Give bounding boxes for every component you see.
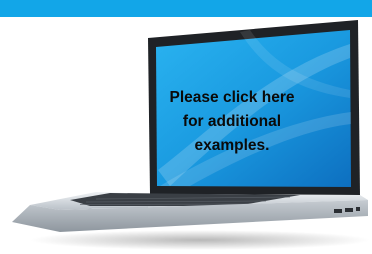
usb-port: [345, 208, 353, 212]
cta-line-2: for additional: [182, 113, 282, 130]
banner[interactable]: Please click here for additional example…: [0, 0, 372, 254]
power-port: [356, 207, 360, 211]
cta-line-3: examples.: [194, 137, 270, 154]
usb-port: [334, 209, 342, 213]
laptop-shadow: [30, 230, 370, 250]
cta-line-1: Please click here: [169, 89, 295, 106]
additional-examples-link[interactable]: Please click here for additional example…: [158, 86, 306, 158]
